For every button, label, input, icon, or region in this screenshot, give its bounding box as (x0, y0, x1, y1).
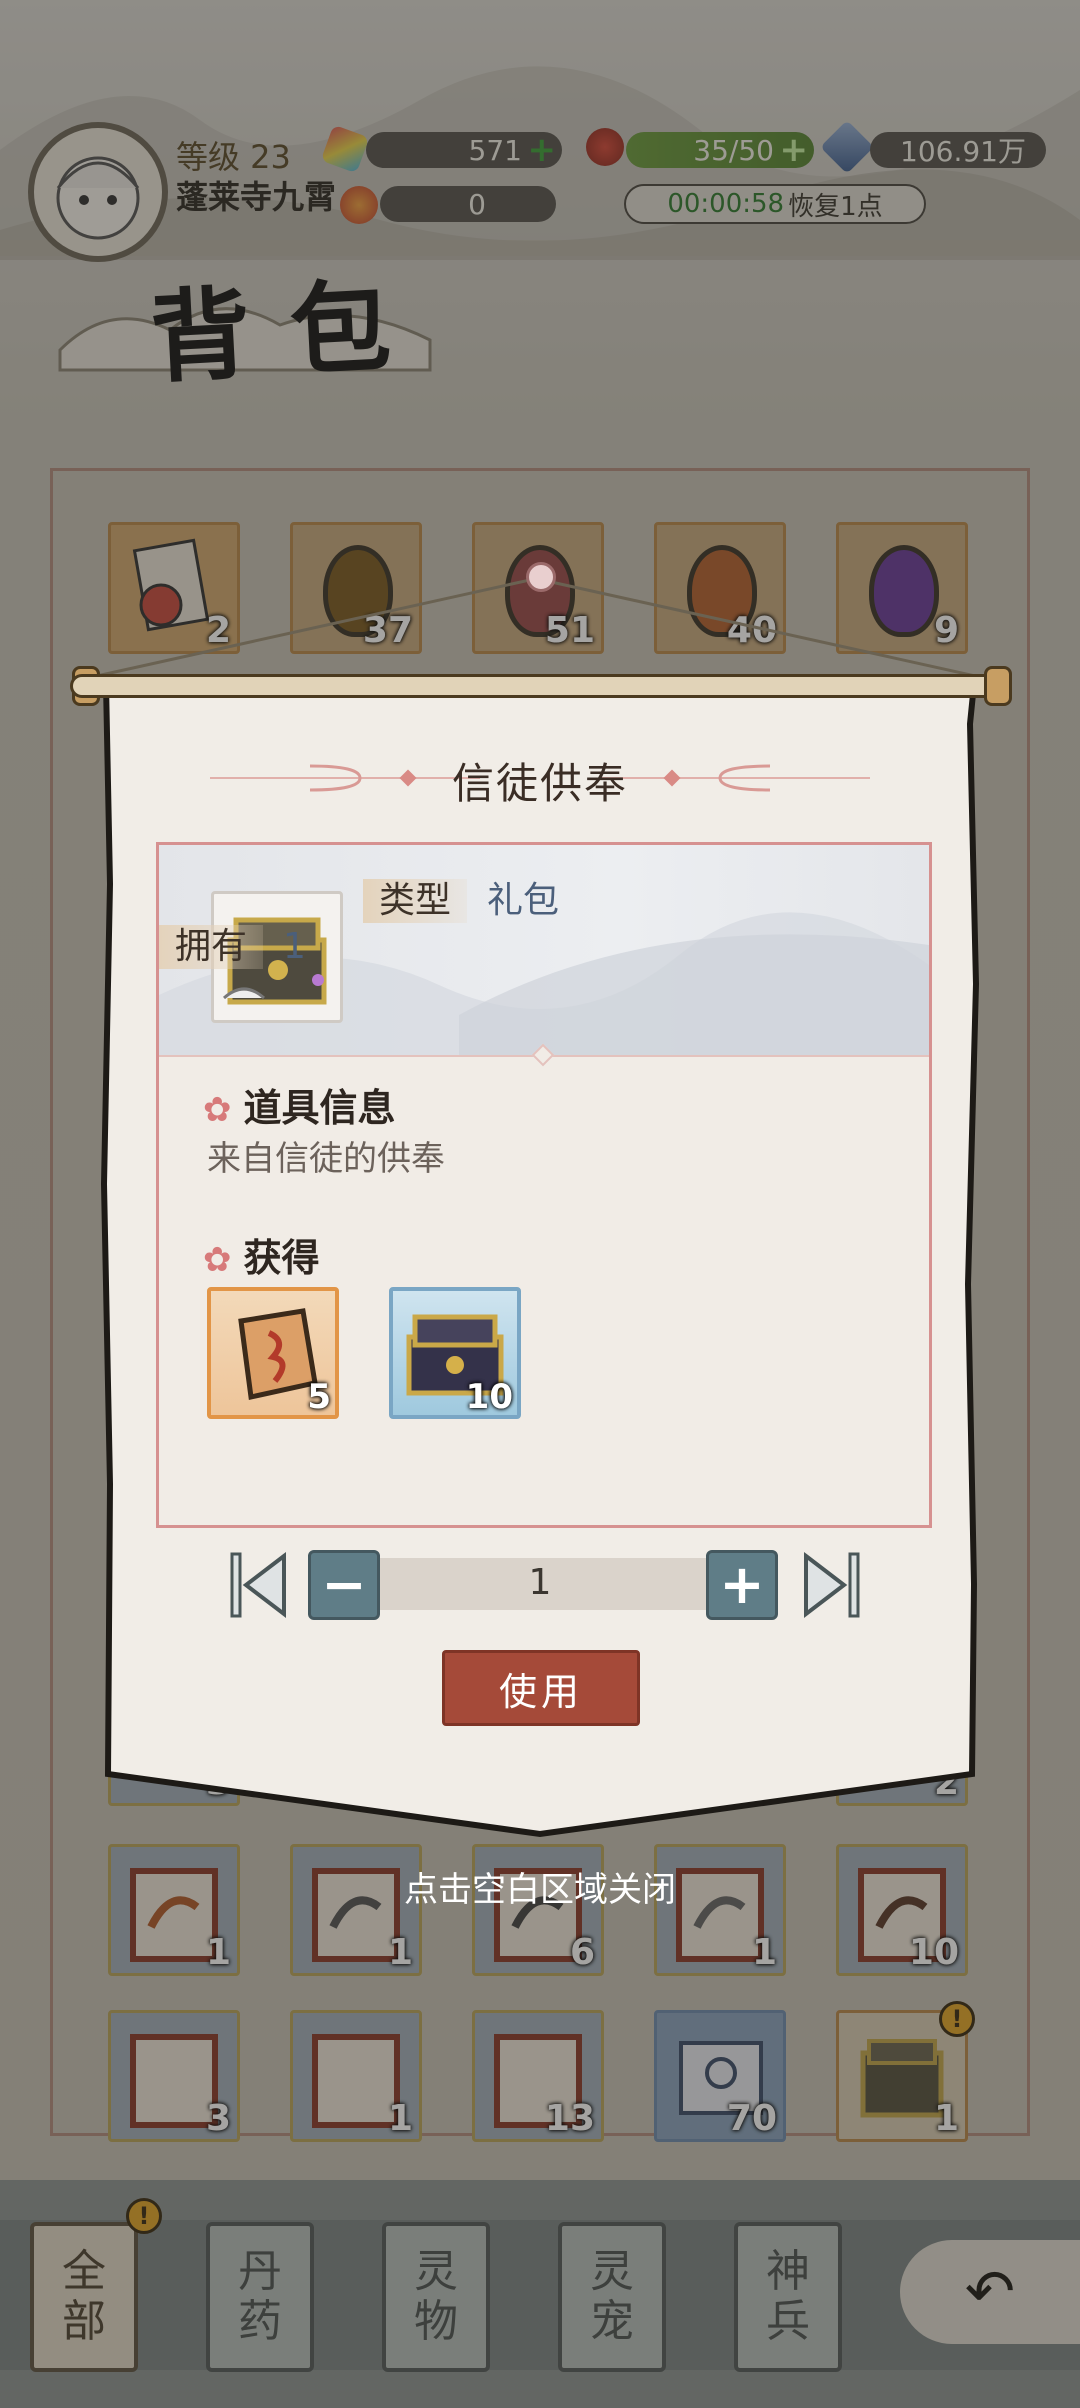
type-row: 类型 礼包 (363, 871, 559, 923)
item-info-heading: ✿ 道具信息 (203, 1077, 396, 1132)
rod-end-right (984, 666, 1012, 706)
own-value: 1 (283, 926, 306, 967)
item-header: 类型 礼包 拥有 1 (159, 845, 929, 1055)
popup-title: 信徒供奉 (451, 759, 628, 808)
scroll-rod (70, 674, 1010, 698)
decrease-button[interactable]: − (308, 1550, 380, 1620)
item-info-title: 道具信息 (243, 1086, 396, 1130)
reward-count: 5 (307, 1377, 331, 1417)
min-quantity-icon[interactable] (228, 1550, 290, 1620)
type-value: 礼包 (487, 880, 560, 921)
own-row: 拥有 1 (159, 925, 306, 969)
item-description: 来自信徒的供奉 (207, 1139, 445, 1179)
use-button[interactable]: 使用 (442, 1650, 640, 1726)
reward-item[interactable]: 5 (207, 1287, 339, 1419)
max-quantity-icon[interactable] (800, 1550, 862, 1620)
close-hint: 点击空白区域关闭 (404, 1870, 676, 1910)
flower-icon: ✿ (203, 1240, 232, 1280)
increase-button[interactable]: + (706, 1550, 778, 1620)
own-label: 拥有 (159, 925, 263, 969)
flower-icon: ✿ (203, 1090, 232, 1130)
type-label: 类型 (363, 879, 467, 923)
obtain-heading: ✿ 获得 (203, 1227, 320, 1282)
obtain-title: 获得 (243, 1236, 320, 1280)
reward-count: 10 (465, 1377, 513, 1417)
reward-item[interactable]: 10 (389, 1287, 521, 1419)
hanging-knob (526, 562, 556, 592)
quantity-value[interactable]: 1 (380, 1562, 700, 1603)
item-info-panel: 类型 礼包 拥有 1 ✿ 道具信息 来自信徒的供奉 ✿ 获得 5 10 (156, 842, 932, 1528)
